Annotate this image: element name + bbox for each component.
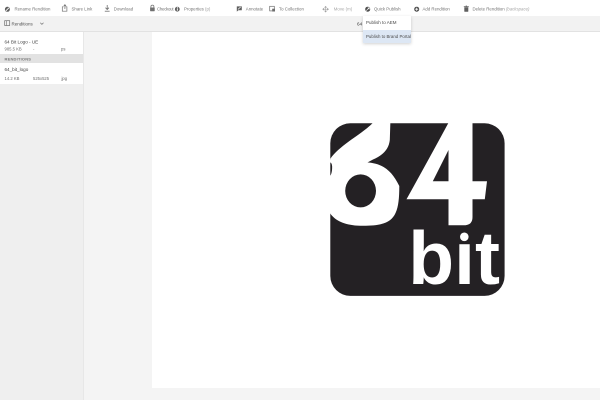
svg-text:Add Rendition: Add Rendition	[423, 7, 451, 12]
svg-text:Rename Rendition: Rename Rendition	[15, 7, 52, 12]
svg-text:64_bit_logo: 64_bit_logo	[5, 67, 29, 72]
svg-text:Share Link: Share Link	[72, 7, 94, 12]
svg-text:bit: bit	[408, 216, 500, 300]
svg-text:Checkout: Checkout	[157, 7, 174, 12]
svg-text:Quick Publish: Quick Publish	[374, 7, 401, 12]
svg-text:Move (m): Move (m)	[334, 7, 353, 12]
svg-text:985.5 KB: 985.5 KB	[5, 47, 22, 52]
svg-text:Renditions: Renditions	[12, 22, 34, 27]
svg-text:525x525: 525x525	[33, 76, 50, 81]
svg-text:Properties (p): Properties (p)	[184, 7, 211, 12]
svg-text:RENDITIONS: RENDITIONS	[5, 56, 32, 61]
svg-text:Annotate: Annotate	[246, 7, 264, 12]
svg-text:64 Bit Logo - UE: 64 Bit Logo - UE	[5, 40, 39, 45]
svg-text:To Collection: To Collection	[279, 7, 304, 12]
svg-text:-: -	[33, 47, 35, 52]
svg-text:Delete Rendition (backspace): Delete Rendition (backspace)	[473, 7, 531, 12]
svg-text:ps: ps	[61, 47, 65, 52]
svg-text:jpg: jpg	[61, 76, 68, 81]
svg-text:14.2 KB: 14.2 KB	[5, 76, 20, 81]
svg-text:Download: Download	[114, 7, 134, 12]
